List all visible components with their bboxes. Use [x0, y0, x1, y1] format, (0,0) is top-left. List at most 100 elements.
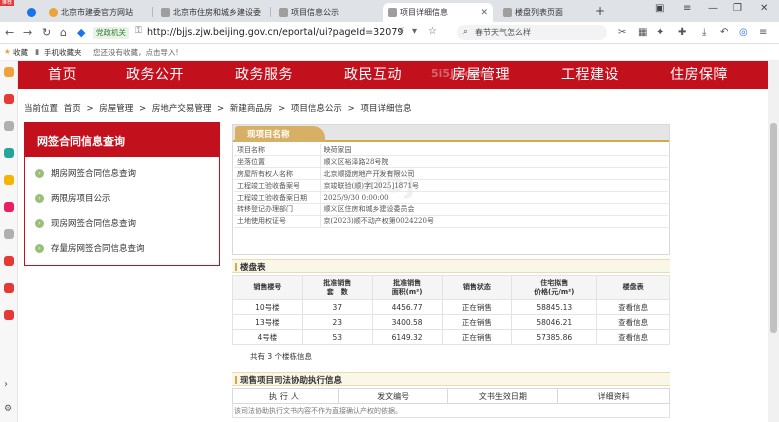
sidebar-app-icon[interactable]: [4, 175, 14, 185]
favorites-bar: ★ 收藏 ▮ 手机收藏夹 您还没有收藏，点击导入!: [0, 44, 779, 61]
sidebar-app-icon[interactable]: [4, 283, 14, 293]
table-row: 土地使用权证号 京(2023)顺不动产权第0024220号: [234, 215, 668, 228]
buildings-table: 销售楼号 批准销售 套 数 批准销售 面积(m²) 销售状态 住宅拟售 价格(元…: [232, 275, 670, 345]
lock-icon: ⚿: [135, 26, 142, 36]
dropdown-icon[interactable]: ▾: [412, 26, 417, 37]
sidebar-app-icon[interactable]: [4, 121, 14, 131]
menu-item-existing-contract[interactable]: › 现房网签合同信息查询: [35, 217, 136, 229]
breadcrumb-trading[interactable]: 房地产交易管理: [152, 104, 212, 114]
tab-back-nav[interactable]: [22, 3, 41, 22]
site-navigation: 首页 政务公开 政务服务 政民互动 5i5j.com 房屋管理 工程建设 住房保…: [18, 61, 768, 89]
page-scrollbar[interactable]: [768, 61, 779, 422]
nav-item-gov-services[interactable]: 政务服务: [235, 64, 293, 84]
window-close-icon[interactable]: ✕: [760, 3, 768, 14]
mobile-favorites-link[interactable]: 手机收藏夹: [44, 47, 82, 58]
lightning-icon[interactable]: ⚡: [398, 26, 405, 37]
browser-logo-icon[interactable]: ◎: [739, 27, 748, 38]
star-icon: ★: [4, 47, 11, 56]
sidebar-app-icon[interactable]: [4, 94, 14, 104]
sidebar-app-icon[interactable]: [4, 67, 14, 77]
refresh-icon[interactable]: ↻: [42, 26, 51, 39]
recommend-badge: 推荐: [0, 0, 14, 6]
tab-2[interactable]: 北京市住房和城乡建设委: [156, 3, 266, 22]
browser-tab-bar: 推荐 北京市建委官方网站 北京市住房和城乡建设委 项目信息公示 项目详细信息 ✕…: [0, 0, 779, 22]
scrollbar-thumb[interactable]: [770, 123, 777, 333]
tab-5[interactable]: 楼盘列表页面: [498, 3, 593, 22]
minimize-icon[interactable]: —: [708, 3, 718, 14]
view-info-link[interactable]: 查看信息: [596, 329, 670, 345]
expand-icon[interactable]: ›: [4, 379, 14, 390]
tab-favicon: [279, 8, 288, 17]
site-type-badge: 党政机关: [93, 27, 129, 39]
browser-sidebar: › ⚙: [0, 61, 18, 422]
tab-list-icon[interactable]: ▣: [655, 3, 664, 14]
table-row: 13号楼 23 3400.58 正在销售 58046.21 查看信息: [232, 314, 670, 330]
nav-item-housing[interactable]: 房屋管理: [452, 64, 510, 84]
breadcrumb-new-homes[interactable]: 新建商品房: [230, 104, 273, 114]
court-table: 执行人 发文编号 文书生效日期 详细资料: [232, 388, 670, 404]
sidebar-app-icon[interactable]: [4, 229, 14, 239]
menu-item-limited-housing[interactable]: › 两限房项目公示: [35, 192, 111, 204]
favorite-star-icon[interactable]: ☆: [428, 26, 437, 37]
download-icon[interactable]: ⤓: [702, 27, 706, 38]
menu-item-stock-contract[interactable]: › 存量房网签合同信息查询: [35, 242, 145, 254]
breadcrumb-housing[interactable]: 房屋管理: [99, 104, 133, 114]
nav-item-construction[interactable]: 工程建设: [561, 64, 619, 84]
search-icon: ⌕: [463, 27, 469, 37]
forward-icon[interactable]: →: [23, 26, 32, 39]
scissors-icon[interactable]: ✂: [618, 27, 626, 38]
project-info-panel: 现项目名称 5i5j 项目名称 映荷家园 坐落位置 顺义区裕泽路28号院 房屋所有权…: [232, 124, 670, 255]
tab-favicon: [49, 8, 58, 17]
undo-icon[interactable]: ↶: [720, 27, 728, 38]
arrow-icon: ›: [35, 193, 44, 203]
project-info-header: 现项目名称: [233, 125, 669, 142]
sidebar-app-icon[interactable]: [4, 256, 14, 266]
home-icon[interactable]: ⌂: [60, 26, 67, 39]
favorites-label[interactable]: 收藏: [13, 47, 28, 58]
building-count: 共有 3 个楼栋信息: [250, 352, 313, 361]
view-info-link[interactable]: 查看信息: [596, 314, 670, 330]
close-icon[interactable]: ✕: [480, 8, 488, 18]
table-row: 4号楼 53 6149.32 正在销售 57385.86 查看信息: [232, 329, 670, 345]
tab-3[interactable]: 项目信息公示: [274, 3, 374, 22]
breadcrumb-current: 项目详细信息: [360, 104, 412, 114]
more-icon[interactable]: ≡: [759, 27, 767, 38]
court-section-title: 现售项目司法协助执行信息: [232, 372, 670, 386]
ai-icon[interactable]: ◆: [77, 26, 85, 39]
menu-icon[interactable]: ≡: [683, 3, 691, 14]
arrow-icon: ›: [35, 168, 44, 178]
settings-icon[interactable]: ⚙: [4, 404, 14, 414]
new-tab-icon[interactable]: +: [595, 4, 605, 18]
view-info-link[interactable]: 查看信息: [596, 299, 670, 315]
tab-4-active[interactable]: 项目详细信息 ✕: [383, 3, 493, 22]
table-row: 工程竣工验收备案日期 2025/9/30 0:00:00: [234, 191, 668, 204]
address-bar: ← → ↻ ⌂ ◆ 党政机关 ⚿ http://bjjs.zjw.beijing…: [0, 22, 779, 44]
url-field[interactable]: http://bjjs.zjw.beijing.gov.cn/eportal/u…: [147, 27, 403, 38]
nav-item-home[interactable]: 首页: [48, 64, 77, 84]
bookmark-icon[interactable]: ✦: [656, 27, 664, 38]
sidebar-app-icon[interactable]: [4, 148, 14, 158]
tab-1[interactable]: 北京市建委官方网站: [44, 3, 149, 22]
maximize-icon[interactable]: ❐: [733, 3, 742, 14]
grid-icon[interactable]: ▦: [638, 27, 647, 38]
table-row: 转移登记办理部门 顺义区住房和城乡建设委员会: [234, 203, 668, 216]
extension-icon[interactable]: ✚: [678, 27, 686, 38]
nav-item-interaction[interactable]: 政民互动: [344, 64, 402, 84]
project-name-tab: 现项目名称: [235, 126, 325, 142]
sidebar-app-icon[interactable]: [4, 202, 14, 212]
nav-item-security-housing[interactable]: 住房保障: [670, 64, 728, 84]
favorites-hint[interactable]: 您还没有收藏，点击导入!: [93, 47, 179, 58]
nav-item-gov-affairs[interactable]: 政务公开: [126, 64, 184, 84]
table-header-row: 执行人 发文编号 文书生效日期 详细资料: [232, 388, 670, 404]
breadcrumb-home[interactable]: 首页: [64, 104, 81, 114]
back-icon[interactable]: ←: [5, 26, 14, 39]
breadcrumb-project-list[interactable]: 项目信息公示: [291, 104, 342, 114]
buildings-section-title: 楼盘表: [232, 259, 670, 273]
folder-icon: ▮: [35, 47, 40, 56]
search-input[interactable]: ⌕ 春节天气怎么样: [457, 25, 607, 40]
menu-item-presale-contract[interactable]: › 期房网签合同信息查询: [35, 167, 136, 179]
tab-favicon: [503, 8, 512, 17]
sidebar-app-icon[interactable]: [4, 310, 14, 320]
arrow-icon: ›: [35, 243, 44, 253]
menu-title: 网签合同信息查询: [25, 123, 219, 157]
